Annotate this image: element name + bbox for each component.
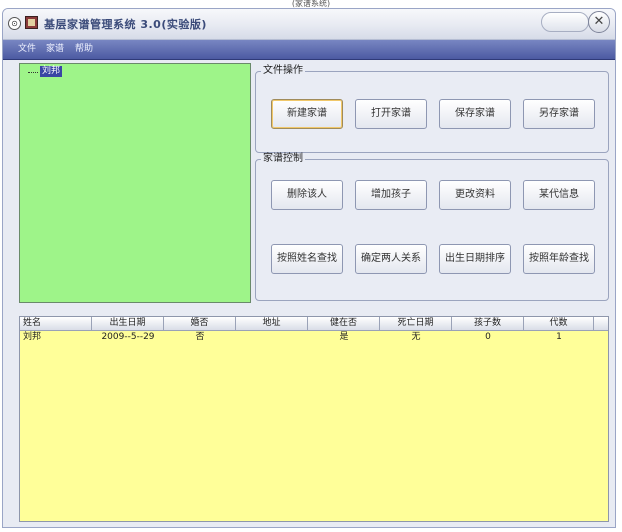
cell-name: 刘邦 xyxy=(23,332,42,342)
top-caption: (家谱系统) xyxy=(291,0,331,8)
edit-info-button[interactable]: 更改资料 xyxy=(439,180,511,210)
family-tree-view[interactable]: 刘邦 xyxy=(19,63,251,303)
menu-file[interactable]: 文件 xyxy=(18,43,36,55)
cell-death-date: 无 xyxy=(411,332,421,342)
menu-genealogy[interactable]: 家谱 xyxy=(46,43,64,55)
app-icon xyxy=(25,16,38,29)
add-child-button[interactable]: 增加孩子 xyxy=(355,180,427,210)
window-control-pill[interactable] xyxy=(541,12,589,32)
column-header[interactable]: 死亡日期 xyxy=(380,317,452,330)
tree-connector xyxy=(28,72,38,73)
person-table[interactable]: 姓名 出生日期 婚否 地址 健在否 死亡日期 孩子数 代数 刘邦 2009--5… xyxy=(19,316,609,522)
cell-generation: 1 xyxy=(556,332,562,342)
column-header[interactable]: 健在否 xyxy=(308,317,380,330)
menu-bar: 文件 家谱 帮助 xyxy=(3,40,615,60)
tree-node-root[interactable]: 刘邦 xyxy=(40,66,63,77)
table-header: 姓名 出生日期 婚否 地址 健在否 死亡日期 孩子数 代数 xyxy=(20,317,608,331)
column-header[interactable]: 代数 xyxy=(524,317,594,330)
menu-help[interactable]: 帮助 xyxy=(75,43,93,55)
genealogy-control-legend: 家谱控制 xyxy=(261,153,305,165)
title-bar[interactable]: ⊙ 基层家谱管理系统 3.0(实验版) ✕ xyxy=(3,9,615,40)
determine-relation-button[interactable]: 确定两人关系 xyxy=(355,244,427,274)
file-operations-group: 文件操作 新建家谱 打开家谱 保存家谱 另存家谱 xyxy=(255,65,609,153)
sort-by-birthdate-button[interactable]: 出生日期排序 xyxy=(439,244,511,274)
table-row[interactable]: 刘邦 2009--5--29 否 是 无 0 1 xyxy=(20,331,608,343)
save-as-genealogy-button[interactable]: 另存家谱 xyxy=(523,99,595,129)
cell-birthdate: 2009--5--29 xyxy=(101,332,155,342)
system-menu-icon[interactable]: ⊙ xyxy=(8,17,21,30)
new-genealogy-button[interactable]: 新建家谱 xyxy=(271,99,343,129)
close-button[interactable]: ✕ xyxy=(588,11,610,33)
cell-alive: 是 xyxy=(339,332,349,342)
column-header[interactable]: 地址 xyxy=(236,317,308,330)
save-genealogy-button[interactable]: 保存家谱 xyxy=(439,99,511,129)
window-title: 基层家谱管理系统 3.0(实验版) xyxy=(44,18,207,31)
find-by-name-button[interactable]: 按照姓名查找 xyxy=(271,244,343,274)
find-by-age-button[interactable]: 按照年龄查找 xyxy=(523,244,595,274)
app-window: ⊙ 基层家谱管理系统 3.0(实验版) ✕ 文件 家谱 帮助 刘邦 文件操作 新… xyxy=(2,8,616,528)
generation-info-button[interactable]: 某代信息 xyxy=(523,180,595,210)
cell-children-count: 0 xyxy=(485,332,491,342)
column-header[interactable]: 姓名 xyxy=(20,317,92,330)
delete-person-button[interactable]: 删除该人 xyxy=(271,180,343,210)
cell-address xyxy=(236,331,308,343)
genealogy-control-group: 家谱控制 删除该人 增加孩子 更改资料 某代信息 按照姓名查找 确定两人关系 出… xyxy=(255,153,609,301)
open-genealogy-button[interactable]: 打开家谱 xyxy=(355,99,427,129)
cell-married: 否 xyxy=(195,332,205,342)
column-header[interactable]: 出生日期 xyxy=(92,317,164,330)
column-header[interactable]: 婚否 xyxy=(164,317,236,330)
column-header[interactable]: 孩子数 xyxy=(452,317,524,330)
file-operations-legend: 文件操作 xyxy=(261,65,305,77)
